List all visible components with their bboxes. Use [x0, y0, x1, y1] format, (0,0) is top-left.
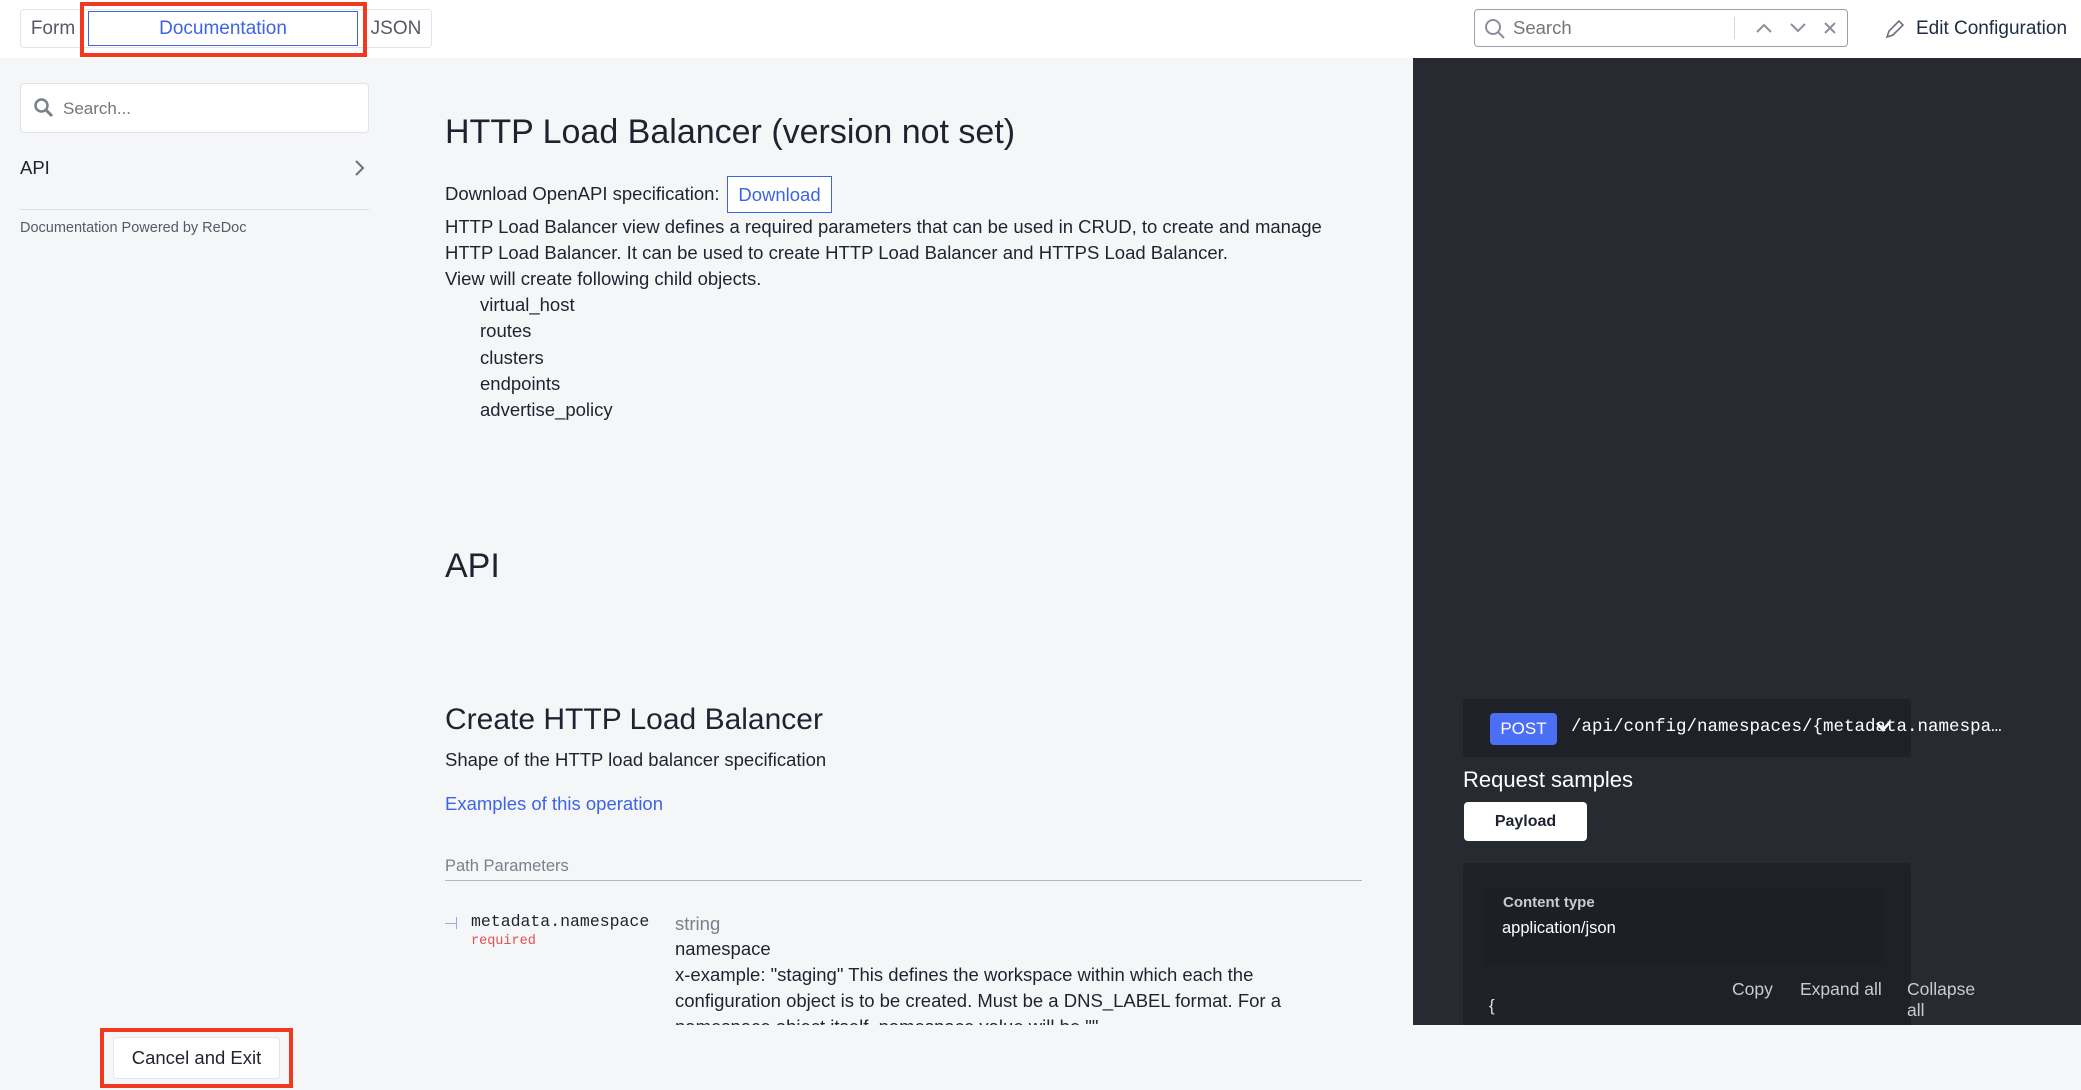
copy-button[interactable]: Copy — [1732, 979, 1773, 1000]
footer-bar: Cancel and Exit — [0, 1025, 2081, 1090]
tab-json[interactable]: JSON — [362, 9, 430, 48]
param-name: metadata.namespace — [471, 912, 650, 931]
sidebar-search[interactable] — [20, 83, 369, 133]
child-object-item: endpoints — [480, 373, 561, 394]
pencil-icon — [1885, 19, 1905, 39]
tab-form[interactable]: Form — [22, 9, 84, 48]
sidebar-search-input[interactable] — [63, 95, 353, 123]
download-button[interactable]: Download — [727, 176, 832, 213]
param-description: x-example: "staging" This defines the wo… — [675, 964, 1254, 985]
content-type-box: Content type application/json — [1483, 888, 1886, 966]
sidebar-item-api[interactable]: API — [20, 152, 369, 184]
documentation-content: HTTP Load Balancer (version not set) Dow… — [395, 58, 1413, 1025]
endpoint-selector[interactable]: POST /api/config/namespaces/{metadata.na… — [1463, 699, 2002, 757]
child-object-item: clusters — [480, 347, 544, 368]
param-type: string — [675, 913, 721, 934]
examples-link[interactable]: Examples of this operation — [445, 791, 663, 817]
search-icon — [1485, 19, 1505, 39]
highlight-box — [80, 2, 367, 57]
chevron-down-icon[interactable] — [1789, 20, 1807, 36]
child-object-item: routes — [480, 320, 532, 341]
param-title: namespace — [675, 938, 771, 959]
collapse-all-button[interactable]: Collapse all — [1907, 979, 1975, 1021]
param-description: namespace object itself, namespace value… — [675, 1014, 1098, 1025]
tree-line — [456, 917, 457, 929]
divider — [445, 880, 1362, 881]
powered-by-redoc-link[interactable]: Documentation Powered by ReDoc — [20, 220, 246, 236]
samples-panel: POST /api/config/namespaces/{metadata.na… — [1413, 58, 2081, 1025]
sidebar-item-label: API — [20, 157, 50, 178]
chevron-down-icon — [1876, 722, 1890, 732]
search-icon — [34, 98, 54, 118]
sample-panel: Content type application/json Copy Expan… — [1463, 863, 1975, 1025]
param-required: required — [471, 934, 536, 949]
param-description: configuration object is to be created. M… — [675, 990, 1282, 1011]
description-line: HTTP Load Balancer. It can be used to cr… — [445, 242, 1228, 263]
edit-configuration-label: Edit Configuration — [1916, 18, 2068, 39]
divider — [1734, 17, 1735, 39]
chevron-right-icon — [355, 160, 365, 176]
top-search[interactable] — [1474, 9, 1848, 47]
edit-configuration-button[interactable]: Edit Configuration — [1884, 14, 2067, 44]
path-parameters-heading: Path Parameters — [445, 857, 569, 875]
operation-summary: Shape of the HTTP load balancer specific… — [445, 749, 827, 770]
content-type-label: Content type — [1503, 894, 1595, 911]
description-line: HTTP Load Balancer view defines a requir… — [445, 216, 1322, 237]
api-heading: API — [445, 547, 500, 585]
highlight-box — [100, 1028, 293, 1088]
close-icon[interactable] — [1823, 21, 1837, 35]
endpoint-path: /api/config/namespaces/{metadata.namespa… — [1571, 717, 2002, 737]
page-title: HTTP Load Balancer (version not set) — [445, 113, 1016, 151]
download-label: Download OpenAPI specification: — [445, 183, 720, 204]
chevron-up-icon[interactable] — [1755, 20, 1773, 36]
child-object-item: advertise_policy — [480, 399, 613, 420]
operation-title: Create HTTP Load Balancer — [445, 703, 823, 736]
request-samples-heading: Request samples — [1463, 767, 1633, 792]
child-object-item: virtual_host — [480, 294, 575, 315]
expand-all-button[interactable]: Expand all — [1800, 979, 1882, 1000]
content-type-value: application/json — [1502, 919, 1616, 937]
http-method-badge: POST — [1490, 713, 1557, 745]
description-line: View will create following child objects… — [445, 268, 762, 289]
divider — [20, 209, 369, 210]
tab-payload[interactable]: Payload — [1464, 802, 1587, 841]
code-sample: { — [1489, 996, 1495, 1015]
top-search-input[interactable] — [1513, 14, 1733, 42]
sidebar: API Documentation Powered by ReDoc — [0, 58, 395, 1025]
